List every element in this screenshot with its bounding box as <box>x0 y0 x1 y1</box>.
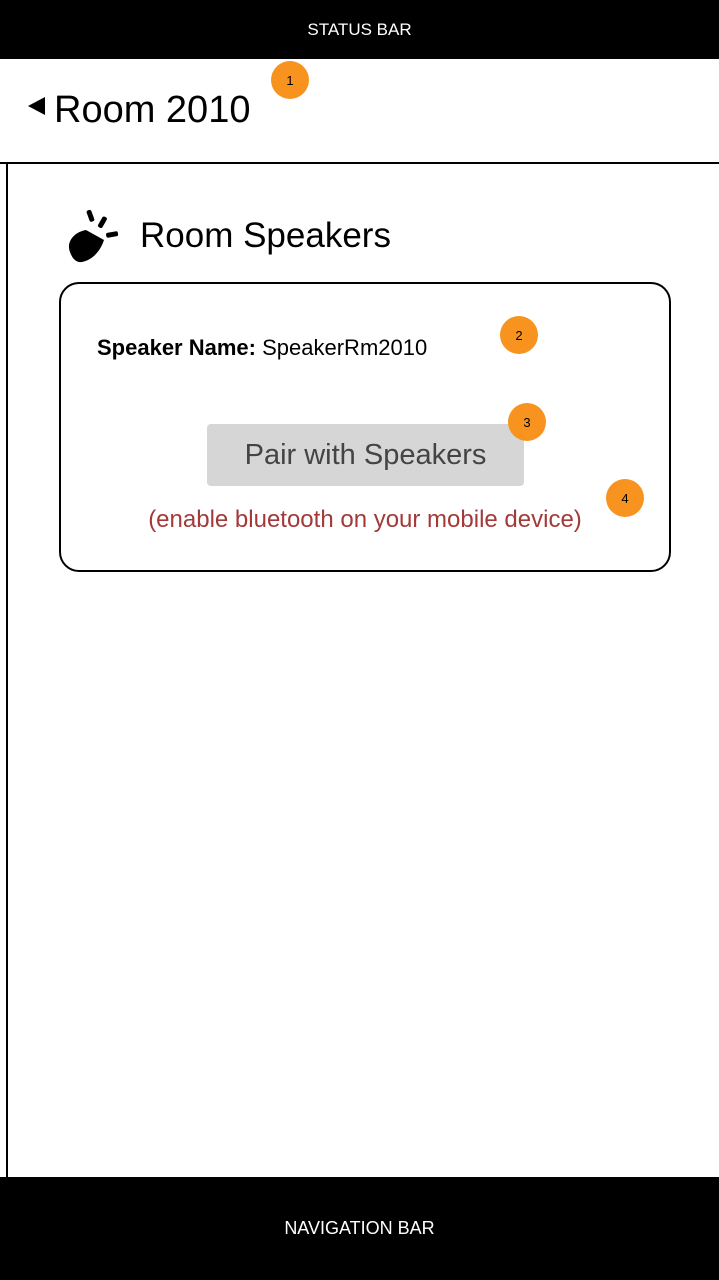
annotation-badge-2: 2 <box>500 316 538 354</box>
speaker-name-label: Speaker Name: <box>97 335 256 360</box>
navigation-bar-label: NAVIGATION BAR <box>284 1218 435 1238</box>
speaker-name-value: SpeakerRm2010 <box>262 335 428 360</box>
annotation-badge-1: 1 <box>271 61 309 99</box>
status-bar-label: STATUS BAR <box>307 19 412 39</box>
frame-left-border <box>6 0 8 1280</box>
back-triangle-icon[interactable] <box>28 97 45 115</box>
navigation-bar: NAVIGATION BAR <box>0 1177 719 1280</box>
speaker-name-row: Speaker Name: SpeakerRm2010 <box>97 333 427 363</box>
pair-with-speakers-button[interactable]: Pair with Speakers <box>207 424 524 486</box>
annotation-badge-3: 3 <box>508 403 546 441</box>
status-bar: STATUS BAR <box>0 0 719 59</box>
annotation-badge-4: 4 <box>606 479 644 517</box>
section-header: Room Speakers <box>64 200 391 272</box>
room-title: Room 2010 <box>54 89 251 131</box>
section-title: Room Speakers <box>140 216 391 255</box>
speaker-icon <box>68 209 119 263</box>
